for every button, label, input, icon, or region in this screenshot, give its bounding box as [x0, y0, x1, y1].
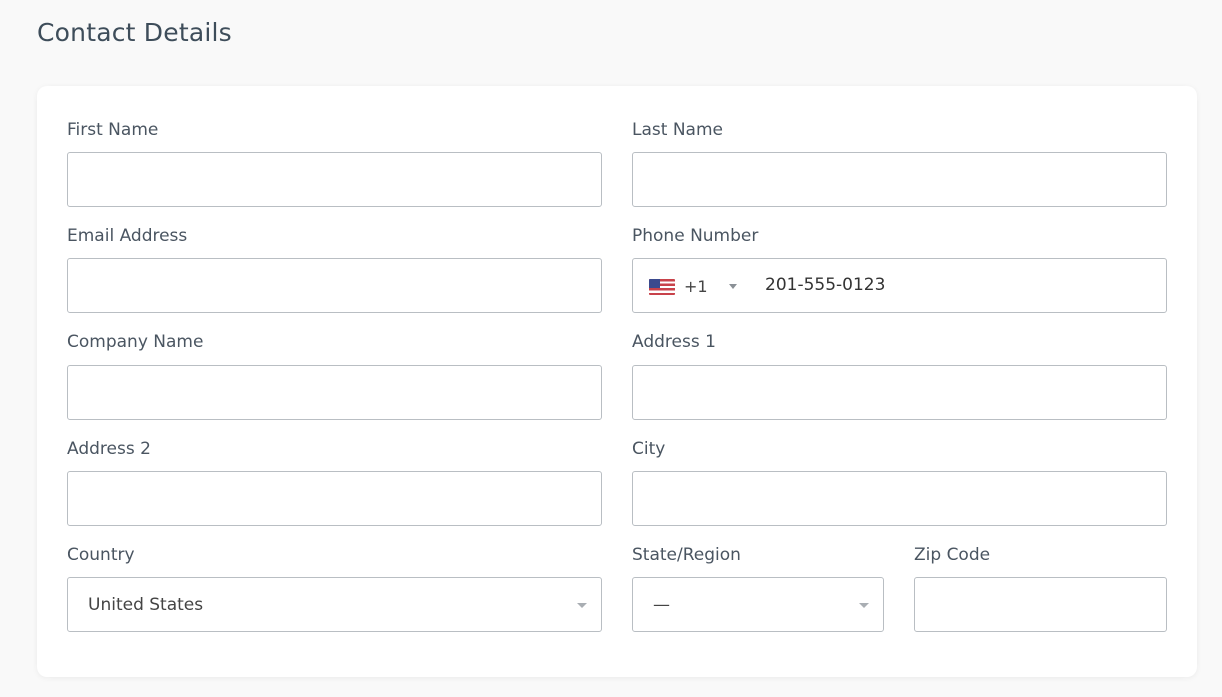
us-flag-icon[interactable] — [649, 279, 675, 295]
city-label: City — [632, 439, 666, 459]
first-name-input[interactable] — [68, 153, 601, 206]
email-input[interactable] — [68, 259, 601, 312]
address1-label: Address 1 — [632, 332, 716, 352]
first-name-field[interactable] — [67, 152, 602, 207]
phone-label: Phone Number — [632, 226, 759, 246]
first-name-label: First Name — [67, 120, 159, 140]
email-field[interactable] — [67, 258, 602, 313]
chevron-down-icon[interactable] — [859, 603, 869, 608]
address2-field[interactable] — [67, 471, 602, 526]
last-name-field[interactable] — [632, 152, 1167, 207]
company-label: Company Name — [67, 332, 204, 352]
company-field[interactable] — [67, 365, 602, 420]
contact-details-form: First Name Last Name Email Address Phone… — [37, 86, 1197, 677]
last-name-input[interactable] — [633, 153, 1166, 206]
zip-label: Zip Code — [914, 545, 991, 565]
phone-input[interactable]: 201-555-0123 — [765, 275, 885, 295]
city-field[interactable] — [632, 471, 1167, 526]
state-label: State/Region — [632, 545, 741, 565]
address1-field[interactable] — [632, 365, 1167, 420]
email-label: Email Address — [67, 226, 188, 246]
zip-field[interactable] — [914, 577, 1167, 632]
dial-code[interactable]: +1 — [684, 277, 708, 296]
country-selected-value: United States — [88, 595, 204, 615]
address2-label: Address 2 — [67, 439, 151, 459]
address2-input[interactable] — [68, 472, 601, 525]
state-selected-value: — — [653, 595, 670, 615]
country-label: Country — [67, 545, 135, 565]
phone-field[interactable]: +1 201-555-0123 — [632, 258, 1167, 313]
address1-input[interactable] — [633, 366, 1166, 419]
last-name-label: Last Name — [632, 120, 723, 140]
chevron-down-icon[interactable] — [729, 284, 737, 289]
zip-input[interactable] — [915, 578, 1166, 631]
country-select[interactable]: United States — [67, 577, 602, 632]
state-select[interactable]: — — [632, 577, 884, 632]
page-title: Contact Details — [37, 18, 232, 47]
company-input[interactable] — [68, 366, 601, 419]
city-input[interactable] — [633, 472, 1166, 525]
chevron-down-icon[interactable] — [577, 603, 587, 608]
